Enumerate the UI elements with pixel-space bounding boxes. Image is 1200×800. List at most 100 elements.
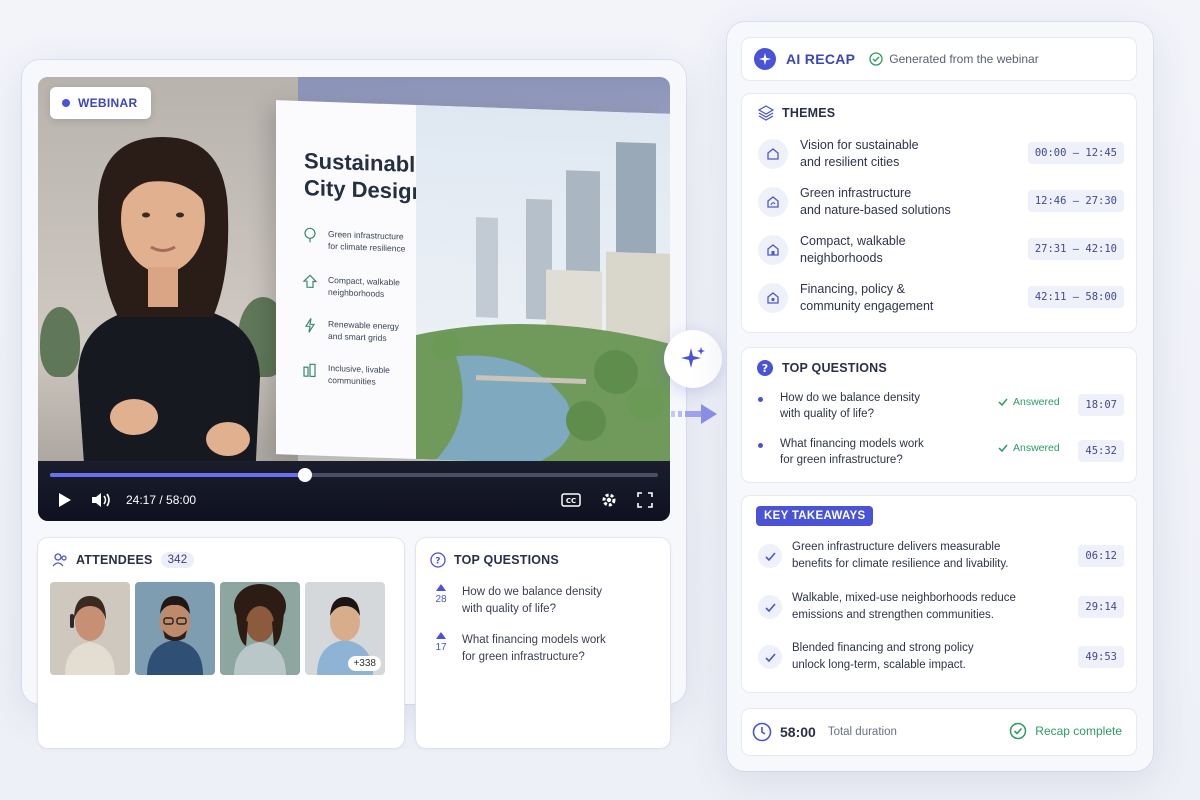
avatar[interactable]	[220, 582, 300, 675]
live-questions-panel: ? TOP QUESTIONS 28 How do we balance den…	[416, 538, 670, 748]
settings-button[interactable]	[598, 489, 620, 511]
map-icon	[302, 274, 318, 289]
webinar-card: Sustainable City Design Green infrastruc…	[22, 60, 686, 748]
avatar[interactable]: +338	[305, 582, 385, 675]
svg-text:?: ?	[435, 557, 440, 567]
bullet-icon	[758, 397, 763, 402]
avatar[interactable]	[50, 582, 130, 675]
timestamp-range[interactable]: 00:00 – 12:45	[1027, 142, 1124, 164]
fullscreen-button[interactable]	[634, 489, 656, 511]
neighborhood-icon	[758, 235, 788, 265]
timestamp-range[interactable]: 12:46 – 27:30	[1027, 190, 1124, 212]
takeaway-item[interactable]: Walkable, mixed-use neighborhoods reduce…	[758, 587, 1124, 627]
takeaway-item[interactable]: Green infrastructure delivers measurable…	[758, 536, 1124, 576]
leaf-house-icon	[758, 187, 788, 217]
takeaway-item[interactable]: Blended financing and strong policy unloc…	[758, 637, 1124, 677]
question-text: How do we balance density with quality of…	[462, 586, 602, 615]
recap-header: AI RECAP Generated from the webinar	[742, 38, 1136, 80]
live-questions-header: ? TOP QUESTIONS	[430, 552, 559, 568]
timestamp[interactable]: 06:12	[1078, 545, 1124, 567]
themes-header: THEMES	[758, 105, 835, 121]
takeaway-text: Blended financing and strong policy unloc…	[792, 642, 974, 671]
tree-icon	[304, 227, 316, 243]
duration-label: Total duration	[827, 726, 897, 738]
volume-button[interactable]	[90, 489, 112, 511]
check-circle-icon	[869, 52, 883, 66]
question-icon: ?	[757, 360, 773, 376]
community-icon	[303, 363, 316, 378]
live-dot-icon	[62, 99, 70, 107]
total-duration: 58:00	[780, 724, 816, 740]
takeaway-text: Green infrastructure delivers measurable…	[792, 541, 1009, 570]
play-button[interactable]	[54, 489, 76, 511]
video-controls: 24:17 / 58:00 CC	[38, 461, 670, 521]
presentation-slide: Sustainable City Design Green infrastruc…	[276, 100, 670, 468]
captions-button[interactable]: CC	[560, 489, 582, 511]
progress-fill	[50, 473, 305, 477]
question-text: How do we balance density with quality of…	[780, 392, 920, 420]
play-icon	[59, 493, 71, 507]
answered-status: Answered	[998, 442, 1060, 454]
themes-section: THEMES Vision for sustainable and resilie…	[742, 94, 1136, 332]
check-icon	[998, 444, 1008, 453]
volume-icon	[92, 493, 110, 507]
gear-icon	[602, 493, 616, 507]
theme-item[interactable]: Compact, walkable neighborhoods 27:31 – 4…	[758, 230, 1124, 270]
timestamp-range[interactable]: 27:31 – 42:10	[1027, 238, 1124, 260]
theme-item[interactable]: Green infrastructure and nature-based sol…	[758, 182, 1124, 222]
question-text: What financing models work for green infr…	[462, 634, 606, 663]
answered-status: Answered	[998, 396, 1060, 408]
question-item[interactable]: 28 How do we balance density with quality…	[434, 584, 632, 617]
timestamp-range[interactable]: 42:11 – 58:00	[1027, 286, 1124, 308]
ai-recap-card: AI RECAP Generated from the webinar THEM…	[727, 22, 1153, 771]
community-building-icon	[758, 283, 788, 313]
recap-complete-status: Recap complete	[1009, 722, 1122, 740]
question-item[interactable]: 17 What financing models work for green i…	[434, 632, 632, 665]
slide-bullet: Green infrastructure for climate resilien…	[302, 227, 432, 256]
avatar[interactable]	[135, 582, 215, 675]
more-attendees-badge[interactable]: +338	[348, 656, 381, 671]
ai-sparkle-icon	[754, 48, 776, 70]
question-icon: ?	[430, 552, 446, 568]
timestamp[interactable]: 29:14	[1078, 596, 1124, 618]
check-icon	[758, 645, 782, 669]
webinar-badge: WEBINAR	[50, 87, 152, 119]
progress-handle[interactable]	[298, 468, 312, 482]
timestamp[interactable]: 45:32	[1078, 440, 1124, 462]
check-circle-icon	[1010, 722, 1027, 740]
bolt-icon	[304, 318, 316, 333]
theme-text: Green infrastructure and nature-based sol…	[800, 185, 951, 218]
upvote-button[interactable]: 17	[434, 632, 448, 653]
question-text: What financing models work for green infr…	[780, 438, 924, 466]
takeaway-text: Walkable, mixed-use neighborhoods reduce…	[792, 592, 1016, 621]
attendees-panel: ATTENDEES 342 +338	[38, 538, 404, 748]
video-player[interactable]: Sustainable City Design Green infrastruc…	[38, 77, 670, 521]
timestamp[interactable]: 18:07	[1078, 394, 1124, 416]
time-readout: 24:17 / 58:00	[126, 493, 197, 507]
upvote-icon	[436, 632, 446, 639]
upvote-button[interactable]: 28	[434, 584, 448, 605]
layers-icon	[758, 105, 774, 121]
recap-question-item[interactable]: How do we balance density with quality of…	[758, 390, 1124, 426]
theme-text: Financing, policy & community engagement	[800, 281, 934, 314]
theme-text: Vision for sustainable and resilient citi…	[800, 137, 919, 170]
slide-bullet: Inclusive, livable communities	[302, 361, 432, 390]
progress-bar[interactable]	[50, 468, 658, 482]
attendee-avatars: +338	[50, 582, 385, 675]
slide-bullet: Compact, walkable neighborhoods	[302, 273, 432, 302]
sparkle-icon	[681, 347, 705, 368]
timestamp[interactable]: 49:53	[1078, 646, 1124, 668]
recap-question-item[interactable]: What financing models work for green infr…	[758, 436, 1124, 472]
recap-title: AI RECAP	[786, 51, 856, 67]
users-icon	[52, 553, 67, 567]
takeaways-section: KEY TAKEAWAYS Green infrastructure deliv…	[742, 496, 1136, 692]
fullscreen-icon	[637, 492, 653, 508]
svg-text:CC: CC	[566, 497, 576, 505]
recap-footer: 58:00 Total duration Recap complete	[742, 709, 1136, 755]
clock-icon	[752, 722, 772, 742]
theme-item[interactable]: Financing, policy & community engagement …	[758, 278, 1124, 318]
check-icon	[758, 544, 782, 568]
theme-item[interactable]: Vision for sustainable and resilient citi…	[758, 134, 1124, 174]
takeaways-header: KEY TAKEAWAYS	[756, 506, 874, 526]
slide-bullet: Renewable energy and smart grids	[302, 317, 432, 346]
